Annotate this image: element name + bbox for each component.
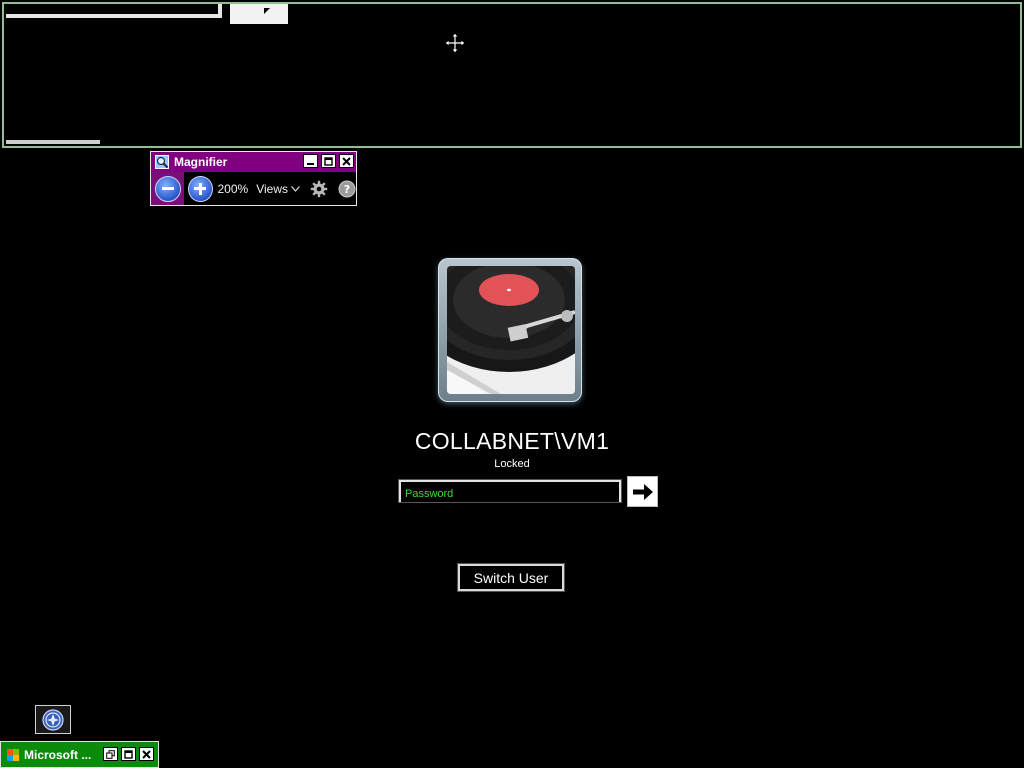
close-icon [142,749,151,759]
minimized-window-button[interactable]: Microsoft ... [0,741,159,768]
close-button[interactable] [139,747,154,761]
magnified-window-fragment [6,140,100,144]
options-button[interactable] [310,180,328,198]
magnifier-docked-view [2,2,1022,148]
switch-user-label: Switch User [473,569,549,586]
switch-user-button[interactable]: Switch User [457,563,565,592]
user-name: COLLABNET\VM1 [414,428,610,454]
restore-icon [106,749,115,759]
views-label: Views [256,181,288,196]
avatar [447,266,575,394]
minimize-icon [307,162,314,165]
close-icon [342,156,351,166]
zoom-in-button[interactable] [188,175,213,202]
zoom-out-button[interactable] [155,175,181,202]
lock-status: Locked [494,458,530,470]
magnified-window-fragment [230,4,288,24]
magnifier-toolbar: 200% Views ? [151,172,356,205]
maximize-icon [324,156,333,166]
submit-button[interactable] [627,476,658,507]
user-tile-frame [438,258,582,402]
turntable-avatar [447,266,575,394]
window-app-icon [7,748,19,761]
password-input[interactable] [401,485,619,503]
magnifier-title: Magnifier [174,155,228,169]
task-label: Microsoft ... [24,747,92,762]
minus-icon [162,187,174,190]
ease-of-access-button[interactable] [35,705,71,734]
arrow-right-icon [632,483,653,500]
help-button[interactable]: ? [338,180,356,198]
magnified-window-fragment [6,4,222,18]
gear-icon [310,180,328,197]
question-icon: ? [338,180,356,197]
views-dropdown[interactable]: Views [256,182,300,196]
maximize-button[interactable] [121,747,136,761]
move-cursor-icon [444,32,466,54]
restore-button[interactable] [103,747,118,761]
maximize-icon [124,749,133,759]
maximize-button[interactable] [321,154,336,168]
magnifier-app-icon [155,155,169,169]
zoom-level: 200% [217,181,249,196]
password-field-container [398,479,622,503]
close-button[interactable] [339,154,354,168]
magnifier-title-bar[interactable]: Magnifier [151,152,356,172]
magnifier-window[interactable]: Magnifier 200% Views ? [150,151,357,206]
minimize-button[interactable] [303,154,318,168]
svg-text:?: ? [344,183,350,196]
chevron-down-icon [291,185,300,192]
ease-of-access-icon [42,708,64,731]
